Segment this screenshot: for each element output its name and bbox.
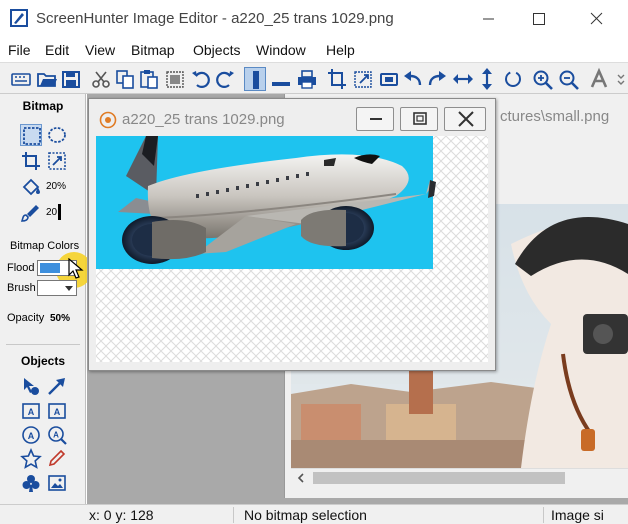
text-tool-icon[interactable] [588,67,610,91]
canvas-size-icon[interactable] [378,67,400,91]
select-all-icon[interactable] [164,67,186,91]
brush-color-swatch[interactable] [37,280,77,296]
title-bar: ScreenHunter Image Editor - a220_25 tran… [0,0,628,38]
ellipse-select-icon[interactable] [46,124,68,146]
text-box-outlined-icon[interactable]: A [46,400,68,422]
resize-select-icon[interactable] [46,150,68,172]
menu-view[interactable]: View [85,42,115,58]
print-icon[interactable] [296,67,318,91]
doc-close-button[interactable] [444,107,486,131]
magnifier-callout-letter: A [53,431,59,440]
text-box-icon[interactable]: A [20,400,42,422]
zoom-out-icon[interactable] [558,67,580,91]
fill-bucket-icon[interactable] [20,176,42,198]
rect-select-icon[interactable] [20,124,42,146]
mouse-pointer-icon [67,257,85,280]
camera-icon [99,111,117,129]
opacity-value[interactable]: 50% [50,313,70,324]
image-size-status: Image si [551,507,604,523]
app-icon [10,9,28,27]
flip-horizontal-icon[interactable] [452,67,474,91]
text-box-outlined-letter: A [54,407,61,417]
scroll-thumb[interactable] [313,472,565,484]
brush-size-value[interactable]: 20 [46,207,57,218]
scroll-left-icon[interactable] [295,471,307,485]
horizontal-scrollbar[interactable] [291,468,628,486]
clubs-shape-icon[interactable] [20,472,42,494]
image-canvas[interactable] [96,136,488,362]
paste-icon[interactable] [138,67,160,91]
chevron-down-icon [65,286,73,291]
fill-tolerance-value[interactable]: 20% [46,181,66,192]
brush-size-bar [58,204,61,220]
menu-help[interactable]: Help [326,42,355,58]
bitmap-colors-label: Bitmap Colors [10,240,80,252]
front-document-window[interactable]: a220_25 trans 1029.png [88,98,496,371]
menu-bar: File Edit View Bitmap Objects Window Hel… [0,38,628,62]
brush-label: Brush [7,282,36,294]
text-box-letter: A [28,407,35,417]
keyboard-icon[interactable] [10,67,32,91]
bitmap-heading: Bitmap [22,99,64,113]
callout-icon[interactable]: A [20,424,42,446]
status-divider [233,507,234,523]
flip-vertical-icon[interactable] [476,67,498,91]
front-document-title: a220_25 trans 1029.png [122,111,285,128]
cut-icon[interactable] [90,67,112,91]
pen-tool-icon[interactable] [46,448,68,470]
menu-file[interactable]: File [8,42,31,58]
flood-label: Flood [7,262,35,274]
status-bar-toggle-icon[interactable] [270,67,292,91]
maximize-button[interactable] [512,0,568,38]
window-title: ScreenHunter Image Editor - a220_25 tran… [36,10,394,27]
menu-objects[interactable]: Objects [193,42,240,58]
brush-tool-icon[interactable] [20,202,42,224]
undo-icon[interactable] [190,67,212,91]
star-icon[interactable] [20,448,42,470]
menu-edit[interactable]: Edit [45,42,69,58]
cursor-coordinates: x: 0 y: 128 [89,507,154,523]
rotate-right-icon[interactable] [426,67,448,91]
toolbar [0,62,628,94]
insert-image-icon[interactable] [46,472,68,494]
copy-icon[interactable] [114,67,136,91]
menu-bitmap[interactable]: Bitmap [131,42,175,58]
selection-status: No bitmap selection [244,507,367,523]
crop-tool-icon[interactable] [20,150,42,172]
status-divider-2 [543,507,544,523]
close-button[interactable] [568,0,624,38]
overflow-icon[interactable] [612,67,626,91]
doc-restore-button[interactable] [400,107,438,131]
crop-icon[interactable] [326,67,348,91]
magnifier-callout-icon[interactable]: A [46,424,68,446]
opacity-label: Opacity [7,312,45,324]
menu-window[interactable]: Window [256,42,306,58]
save-icon[interactable] [60,67,82,91]
panel-divider [6,344,80,345]
doc-minimize-button[interactable] [356,107,394,131]
zoom-in-icon[interactable] [532,67,554,91]
background-document-title: ctures\small.png [500,108,610,125]
arrow-tool-icon[interactable] [46,375,68,397]
toolbar-toggle-panel-icon[interactable] [244,67,266,91]
resize-icon[interactable] [352,67,374,91]
object-select-icon[interactable] [20,375,42,397]
open-folder-icon[interactable] [36,67,58,91]
objects-heading: Objects [20,354,65,368]
refresh-icon[interactable] [502,67,524,91]
status-bar: x: 0 y: 128 No bitmap selection Image si [0,504,628,524]
redo-icon[interactable] [214,67,236,91]
left-tool-panel: Bitmap 20% 20 Bitmap Colors Flood Brush … [0,94,92,504]
callout-letter: A [28,431,35,441]
minimize-button[interactable] [460,0,516,38]
rotate-left-icon[interactable] [402,67,424,91]
